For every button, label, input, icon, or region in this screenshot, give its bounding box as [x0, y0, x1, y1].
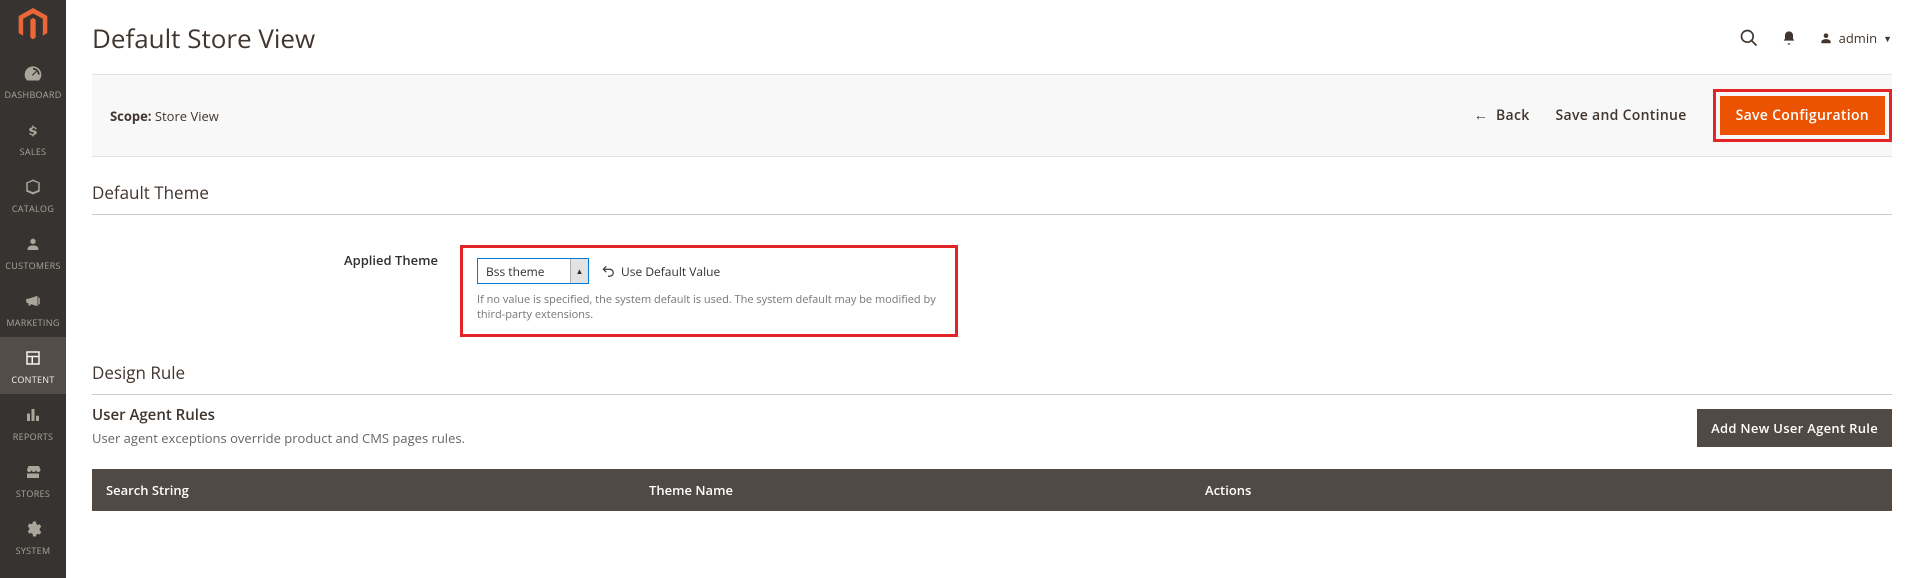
- nav-label: CONTENT: [11, 373, 54, 386]
- magento-logo[interactable]: [16, 8, 50, 42]
- store-icon: [22, 461, 44, 483]
- applied-theme-label: Applied Theme: [92, 245, 460, 269]
- gear-icon: [22, 518, 44, 540]
- user-agent-title: User Agent Rules: [92, 405, 465, 425]
- col-theme-name: Theme Name: [635, 469, 1191, 511]
- admin-sidebar: DASHBOARD SALES CATALOG CUSTOMERS MARKET…: [0, 0, 66, 578]
- nav-dashboard[interactable]: DASHBOARD: [0, 52, 66, 109]
- user-agent-block: User Agent Rules User agent exceptions o…: [66, 395, 1918, 511]
- applied-theme-controls: Bss theme ▲ Use Default Value: [477, 258, 941, 284]
- nav-label: DASHBOARD: [4, 88, 61, 101]
- nav-system[interactable]: SYSTEM: [0, 508, 66, 565]
- back-label: Back: [1496, 106, 1530, 125]
- admin-account-dropdown[interactable]: admin ▼: [1819, 29, 1892, 47]
- design-rule-section: Design Rule: [66, 337, 1918, 395]
- main-content: Default Store View admin ▼ Scope: Store …: [66, 0, 1918, 578]
- col-actions: Actions: [1191, 469, 1892, 511]
- nav-marketing[interactable]: MARKETING: [0, 280, 66, 337]
- admin-label: admin: [1839, 29, 1877, 47]
- search-icon[interactable]: [1739, 28, 1759, 48]
- user-agent-header: User Agent Rules User agent exceptions o…: [92, 405, 1892, 447]
- dollar-icon: [22, 119, 44, 141]
- bell-icon[interactable]: [1781, 29, 1797, 47]
- header-actions: admin ▼: [1739, 28, 1892, 48]
- back-button[interactable]: ← Back: [1474, 106, 1530, 125]
- megaphone-icon: [22, 290, 44, 312]
- nav-catalog[interactable]: CATALOG: [0, 166, 66, 223]
- nav-label: STORES: [16, 487, 50, 500]
- chevron-up-icon: ▲: [570, 259, 588, 283]
- user-agent-table: Search String Theme Name Actions: [92, 469, 1892, 511]
- undo-icon: [601, 264, 615, 278]
- page-header: Default Store View admin ▼: [66, 0, 1918, 66]
- nav-label: CATALOG: [12, 202, 54, 215]
- nav-customers[interactable]: CUSTOMERS: [0, 223, 66, 280]
- nav-label: SALES: [20, 145, 47, 158]
- nav-reports[interactable]: REPORTS: [0, 394, 66, 451]
- applied-theme-select[interactable]: Bss theme ▲: [477, 258, 589, 284]
- col-search-string: Search String: [92, 469, 635, 511]
- use-default-value-button[interactable]: Use Default Value: [601, 263, 720, 280]
- default-theme-section: Default Theme Applied Theme Bss theme ▲ …: [66, 157, 1918, 337]
- save-config-highlight: Save Configuration: [1713, 89, 1892, 142]
- applied-theme-hint: If no value is specified, the system def…: [477, 292, 941, 322]
- nav-stores[interactable]: STORES: [0, 451, 66, 508]
- nav-label: MARKETING: [6, 316, 59, 329]
- layout-icon: [22, 347, 44, 369]
- section-title: Design Rule: [92, 361, 1892, 395]
- user-icon: [1819, 31, 1833, 45]
- save-config-button[interactable]: Save Configuration: [1720, 96, 1885, 135]
- nav-sales[interactable]: SALES: [0, 109, 66, 166]
- nav-label: REPORTS: [13, 430, 54, 443]
- theme-select-value: Bss theme: [486, 263, 545, 280]
- nav-label: CUSTOMERS: [5, 259, 60, 272]
- arrow-left-icon: ←: [1474, 106, 1488, 125]
- person-icon: [22, 233, 44, 255]
- action-toolbar: Scope: Store View ← Back Save and Contin…: [92, 74, 1892, 157]
- save-continue-button[interactable]: Save and Continue: [1556, 106, 1687, 125]
- nav-label: SYSTEM: [16, 544, 51, 557]
- table-header-row: Search String Theme Name Actions: [92, 469, 1892, 511]
- section-title: Default Theme: [92, 181, 1892, 215]
- use-default-label: Use Default Value: [621, 263, 720, 280]
- scope-info: Scope: Store View: [110, 107, 219, 125]
- add-user-agent-rule-button[interactable]: Add New User Agent Rule: [1697, 409, 1892, 447]
- gauge-icon: [22, 62, 44, 84]
- nav-content[interactable]: CONTENT: [0, 337, 66, 394]
- caret-down-icon: ▼: [1883, 32, 1892, 45]
- box-icon: [22, 176, 44, 198]
- bars-icon: [22, 404, 44, 426]
- scope-value: Store View: [155, 107, 219, 125]
- page-title: Default Store View: [92, 20, 315, 56]
- toolbar-actions: ← Back Save and Continue Save Configurat…: [1474, 89, 1892, 142]
- applied-theme-row: Applied Theme Bss theme ▲ Use Default Va…: [92, 245, 1892, 337]
- user-agent-subtitle: User agent exceptions override product a…: [92, 429, 465, 447]
- scope-label: Scope:: [110, 107, 152, 125]
- applied-theme-highlight: Bss theme ▲ Use Default Value If no valu…: [460, 245, 958, 337]
